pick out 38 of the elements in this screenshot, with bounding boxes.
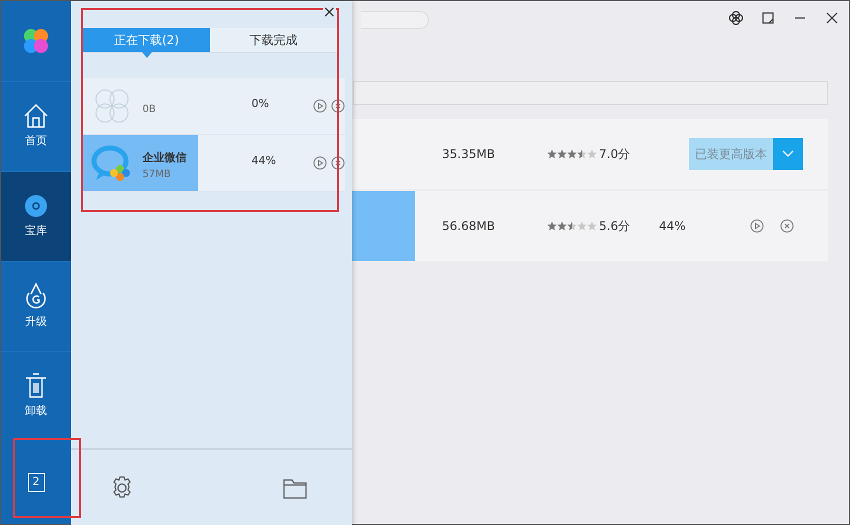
star-icon bbox=[557, 149, 567, 159]
tab-pointer-icon bbox=[142, 52, 152, 58]
play-icon[interactable] bbox=[750, 219, 764, 233]
play-icon[interactable] bbox=[313, 99, 327, 113]
miniview-icon[interactable] bbox=[761, 11, 775, 25]
star-icon bbox=[567, 221, 577, 231]
star-icon bbox=[557, 221, 567, 231]
download-percent: 44% bbox=[659, 218, 687, 235]
star-icon bbox=[587, 149, 597, 159]
rating-score: 7.0分 bbox=[599, 146, 632, 163]
star-icon bbox=[547, 149, 557, 159]
file-size: 57MB bbox=[142, 168, 172, 182]
skin-icon[interactable] bbox=[729, 11, 743, 25]
cancel-icon[interactable] bbox=[331, 156, 345, 170]
caret-icon bbox=[782, 150, 794, 158]
download-count-button[interactable]: 2 bbox=[28, 473, 44, 492]
file-size: 0B bbox=[142, 102, 157, 116]
star-icon bbox=[567, 149, 577, 159]
star-icon bbox=[587, 221, 597, 231]
disc-icon bbox=[23, 193, 49, 220]
star-icon bbox=[547, 221, 557, 231]
file-size: 56.68MB bbox=[442, 218, 496, 235]
home-icon bbox=[23, 103, 49, 130]
rating-score: 5.6分 bbox=[599, 218, 632, 235]
folder-icon[interactable] bbox=[283, 477, 307, 499]
star-icon bbox=[577, 221, 587, 231]
file-size: 35.35MB bbox=[442, 146, 496, 163]
app-name: 企业微信 bbox=[142, 150, 188, 166]
trash-icon bbox=[24, 373, 48, 400]
sidebar-item[interactable]: 宝库 bbox=[1, 171, 71, 261]
download-percent: 44% bbox=[252, 153, 277, 169]
close-icon[interactable] bbox=[825, 11, 839, 25]
download-percent: 0% bbox=[252, 96, 270, 112]
cancel-icon[interactable] bbox=[331, 99, 345, 113]
play-icon[interactable] bbox=[313, 156, 327, 170]
panel-tab[interactable]: 下载完成 bbox=[210, 28, 337, 53]
cancel-icon[interactable] bbox=[780, 219, 794, 233]
star-icon bbox=[577, 149, 587, 159]
